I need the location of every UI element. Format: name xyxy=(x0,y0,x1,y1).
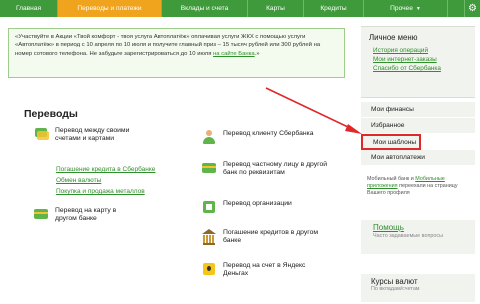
transfers-heading: Переводы xyxy=(24,108,78,120)
arrow-head xyxy=(345,124,362,134)
person-icon xyxy=(202,130,217,144)
org-transfer[interactable]: Перевод организации xyxy=(202,200,332,214)
client-transfer[interactable]: Перевод клиенту Сбербанка xyxy=(202,130,332,144)
chevron-down-icon: ▼ xyxy=(415,5,421,12)
client-transfer-label: Перевод клиенту Сбербанка xyxy=(223,130,314,137)
promo-link[interactable]: на сайте Банка xyxy=(213,51,255,57)
tab-label: Прочее xyxy=(390,5,413,12)
yandex-money-icon xyxy=(202,262,217,276)
tab-cards[interactable]: Карты xyxy=(248,0,304,17)
own-accounts-label: Перевод между своими счетами и картами xyxy=(55,127,130,143)
promo-banner: «Участвуйте в Акции «Твой комфорт - твоя… xyxy=(8,28,345,78)
loan-other-bank[interactable]: Погашение кредитов в другом банке xyxy=(202,229,332,246)
organization-icon xyxy=(202,200,217,214)
personal-menu-title: Личное меню xyxy=(369,33,418,42)
yandex-money-transfer[interactable]: Перевод на счет в Яндекс Деньгах xyxy=(202,262,332,279)
loan-other-bank-label: Погашение кредитов в другом банке xyxy=(223,229,319,245)
tab-label: Кредиты xyxy=(320,5,347,12)
personal-sidebar: Личное меню История операций Мои интерне… xyxy=(361,26,475,304)
tab-main[interactable]: Главная xyxy=(0,0,58,17)
sidebar-item-templates[interactable]: Мои шаблоны xyxy=(361,134,421,150)
help-box: Помощь Часто задаваемые вопросы xyxy=(361,220,475,254)
sidebar-item-label: Мои автоплатежи xyxy=(371,154,425,161)
own-accounts-transfer[interactable]: Перевод между своими счетами и картами xyxy=(34,127,144,144)
mobile-notice: Мобильный банк и Мобильные приложения пе… xyxy=(361,172,475,208)
tab-credits[interactable]: Кредиты xyxy=(304,0,364,17)
promo-tail: .» xyxy=(254,50,260,57)
history-link[interactable]: История операций xyxy=(361,46,475,55)
gear-icon[interactable]: ⚙ xyxy=(464,0,480,17)
tab-label: Вклады и счета xyxy=(180,5,229,12)
card-icon xyxy=(34,207,49,221)
sidebar-item-label: Мои шаблоны xyxy=(373,138,417,146)
sberbank-online-page: Главная Переводы и платежи Вклады и счет… xyxy=(0,0,480,304)
cards-icon xyxy=(34,127,49,141)
sidebar-item-label: Избранное xyxy=(371,122,405,129)
yandex-money-label: Перевод на счет в Яндекс Деньгах xyxy=(223,262,306,278)
help-title[interactable]: Помощь xyxy=(361,220,475,233)
rates-box: Курсы валют По вкладам/счетам xyxy=(361,274,475,302)
person-transfer[interactable]: Перевод частному лицу в другой банк по р… xyxy=(202,161,332,178)
personal-menu: Личное меню История операций Мои интерне… xyxy=(361,26,475,98)
tab-label: Главная xyxy=(15,5,42,12)
currency-exchange-link[interactable]: Обмен валюты xyxy=(56,177,101,184)
tab-deposits-accounts[interactable]: Вклады и счета xyxy=(162,0,248,17)
sidebar-item-favorites[interactable]: Избранное xyxy=(361,118,475,134)
sidebar-item-autopayments[interactable]: Мои автоплатежи xyxy=(361,150,475,166)
faq-link[interactable]: Часто задаваемые вопросы xyxy=(361,233,475,240)
org-transfer-label: Перевод организации xyxy=(223,200,292,207)
sidebar-item-finances[interactable]: Мои финансы xyxy=(361,102,475,118)
loan-repayment-link[interactable]: Погашение кредита в Сбербанке xyxy=(56,166,155,173)
card-icon xyxy=(202,161,217,175)
promo-text: «Участвуйте в Акции «Твой комфорт - твоя… xyxy=(15,34,321,57)
tab-transfers-payments[interactable]: Переводы и платежи xyxy=(58,0,162,17)
tab-label: Карты xyxy=(266,5,285,12)
top-navigation: Главная Переводы и платежи Вклады и счет… xyxy=(0,0,480,17)
mobile-notice-pre: Мобильный банк и xyxy=(367,176,414,182)
tab-label: Переводы и платежи xyxy=(77,5,142,12)
thanks-link[interactable]: Спасибо от Сбербанка xyxy=(361,64,475,73)
internet-orders-link[interactable]: Мои интернет-заказы xyxy=(361,55,475,64)
arrow-line xyxy=(265,87,351,129)
bank-icon xyxy=(202,229,217,245)
person-transfer-label: Перевод частному лицу в другой банк по р… xyxy=(223,161,328,177)
metals-link[interactable]: Покупка и продажа металлов xyxy=(56,188,145,195)
sidebar-item-label: Мои финансы xyxy=(371,106,414,113)
rates-title: Курсы валют xyxy=(371,277,418,286)
card-other-bank-transfer[interactable]: Перевод на карту в другом банке xyxy=(34,207,134,224)
rates-subtitle: По вкладам/счетам xyxy=(371,286,420,292)
tab-other[interactable]: Прочее ▼ xyxy=(364,0,448,17)
card-other-bank-label: Перевод на карту в другом банке xyxy=(55,207,117,223)
